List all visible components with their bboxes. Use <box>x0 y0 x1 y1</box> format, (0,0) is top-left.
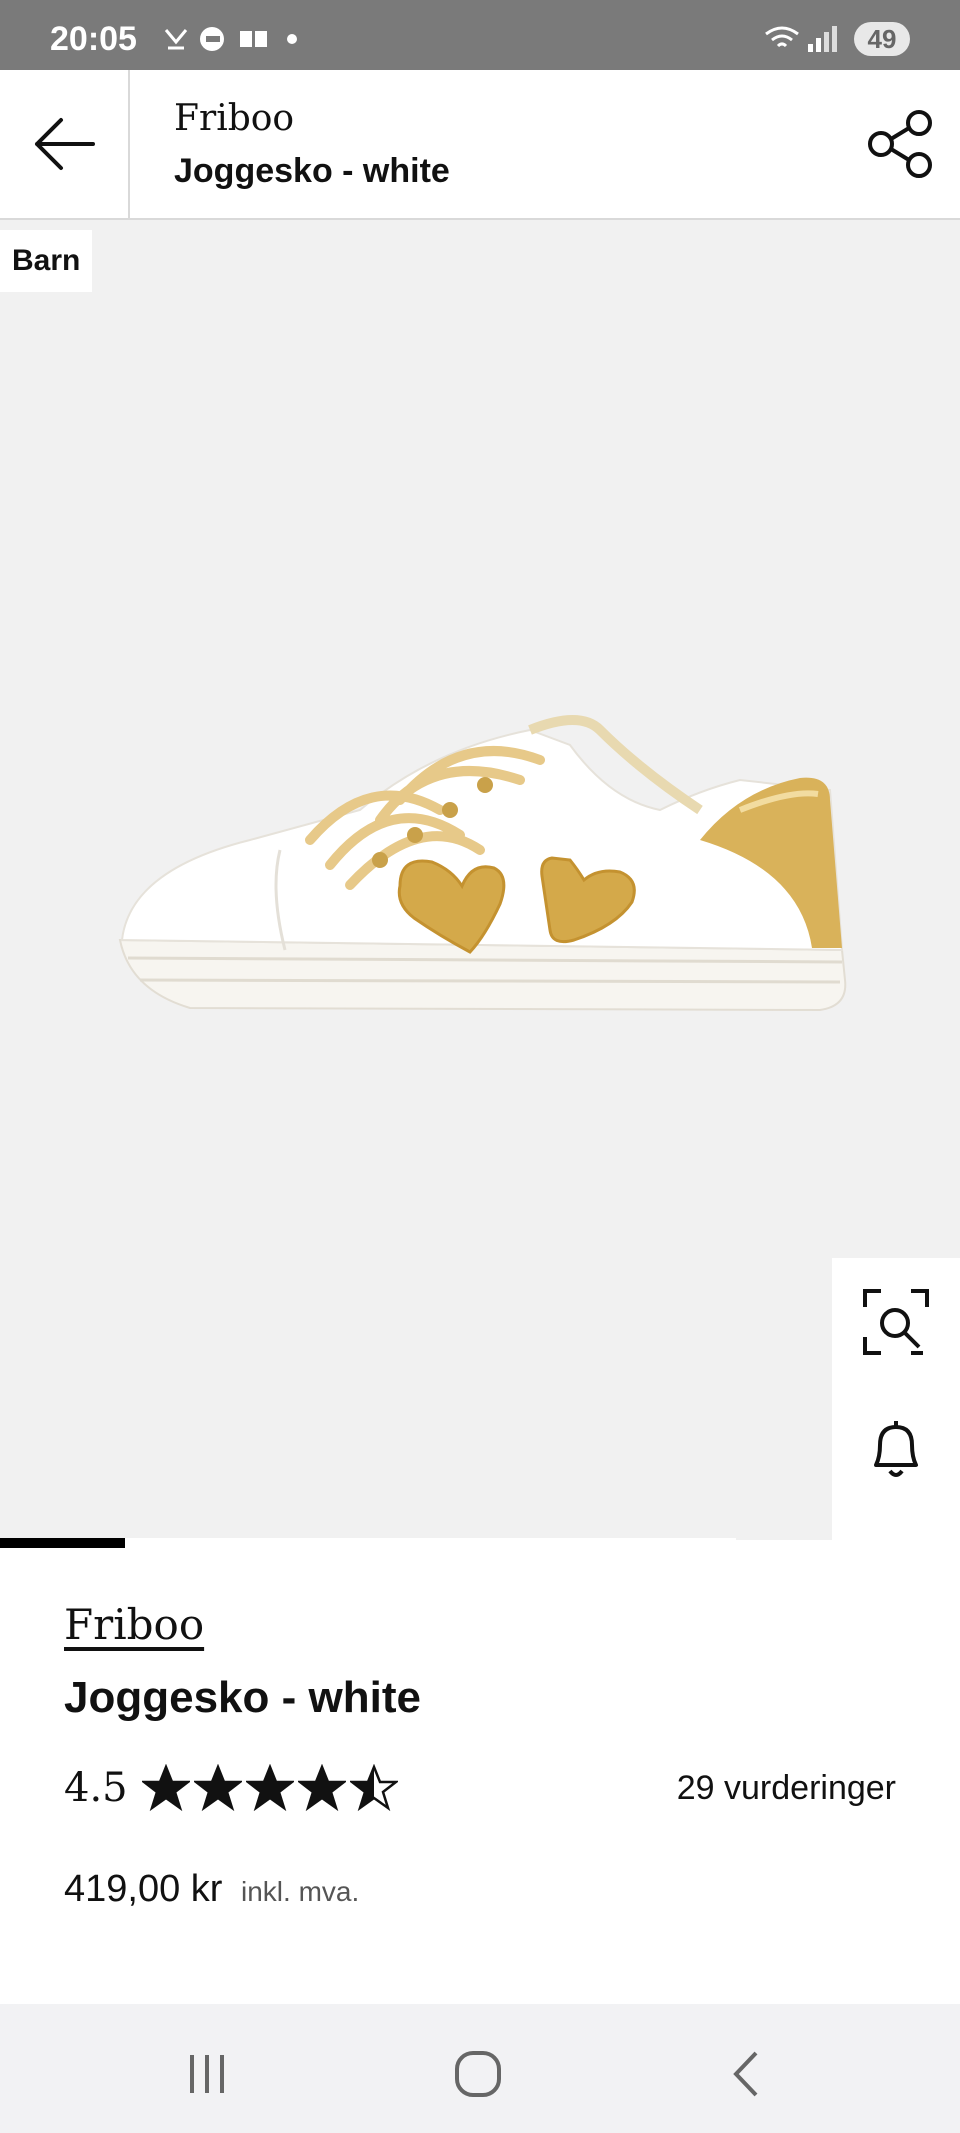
recent-apps-button[interactable] <box>177 2044 237 2104</box>
product-image-gallery[interactable]: Barn <box>0 220 960 1540</box>
chevron-left-icon <box>733 2051 758 2097</box>
share-button[interactable] <box>862 106 938 182</box>
category-badge: Barn <box>0 230 93 292</box>
battery-indicator: 49 <box>854 22 910 56</box>
star-icon <box>193 1764 242 1812</box>
price-row: 419,00 kr inkl. mva. <box>64 1868 359 1911</box>
product-image-sneaker <box>118 715 847 1012</box>
star-icon <box>297 1764 346 1812</box>
product-name: Joggesko - white <box>64 1673 421 1722</box>
carousel-progress-fill <box>0 1538 126 1548</box>
star-icon <box>349 1764 398 1812</box>
star-icon <box>141 1764 190 1812</box>
rating-row[interactable]: 4.5 29 vurderinger <box>64 1758 896 1818</box>
bell-icon <box>874 1421 918 1477</box>
side-action-bar <box>832 1258 960 1540</box>
home-icon <box>455 2051 501 2097</box>
system-nav-bar <box>0 2004 960 2133</box>
review-count[interactable]: 29 vurderinger <box>677 1769 896 1808</box>
back-button[interactable] <box>0 70 130 218</box>
vat-note: inkl. mva. <box>241 1876 360 1907</box>
header-title: Joggesko - white <box>174 152 450 190</box>
home-button[interactable] <box>448 2044 508 2104</box>
brand-link[interactable]: Friboo <box>64 1600 204 1649</box>
rating-value: 4.5 <box>64 1765 128 1811</box>
rating-stars <box>141 1764 398 1812</box>
carousel-progress <box>0 1538 736 1548</box>
notification-icons <box>164 27 297 51</box>
system-back-button[interactable] <box>716 2044 776 2104</box>
product-info: Friboo Joggesko - white <box>64 1600 904 1723</box>
arrow-left-icon <box>35 118 95 170</box>
signal-icons <box>765 26 837 52</box>
wishlist-button[interactable] <box>832 1514 960 1540</box>
status-notification-icons <box>160 24 310 54</box>
notify-button[interactable] <box>832 1386 960 1514</box>
visual-search-button[interactable] <box>832 1258 960 1386</box>
status-bar: 20:05 49 <box>0 0 960 70</box>
header-brand: Friboo <box>174 98 295 139</box>
share-icon <box>868 110 932 178</box>
product-header: Friboo Joggesko - white <box>0 70 960 220</box>
recent-apps-icon <box>190 2055 224 2093</box>
status-time: 20:05 <box>50 20 137 58</box>
price: 419,00 kr <box>64 1868 223 1910</box>
star-icon <box>245 1764 294 1812</box>
visual-search-icon <box>863 1289 929 1355</box>
